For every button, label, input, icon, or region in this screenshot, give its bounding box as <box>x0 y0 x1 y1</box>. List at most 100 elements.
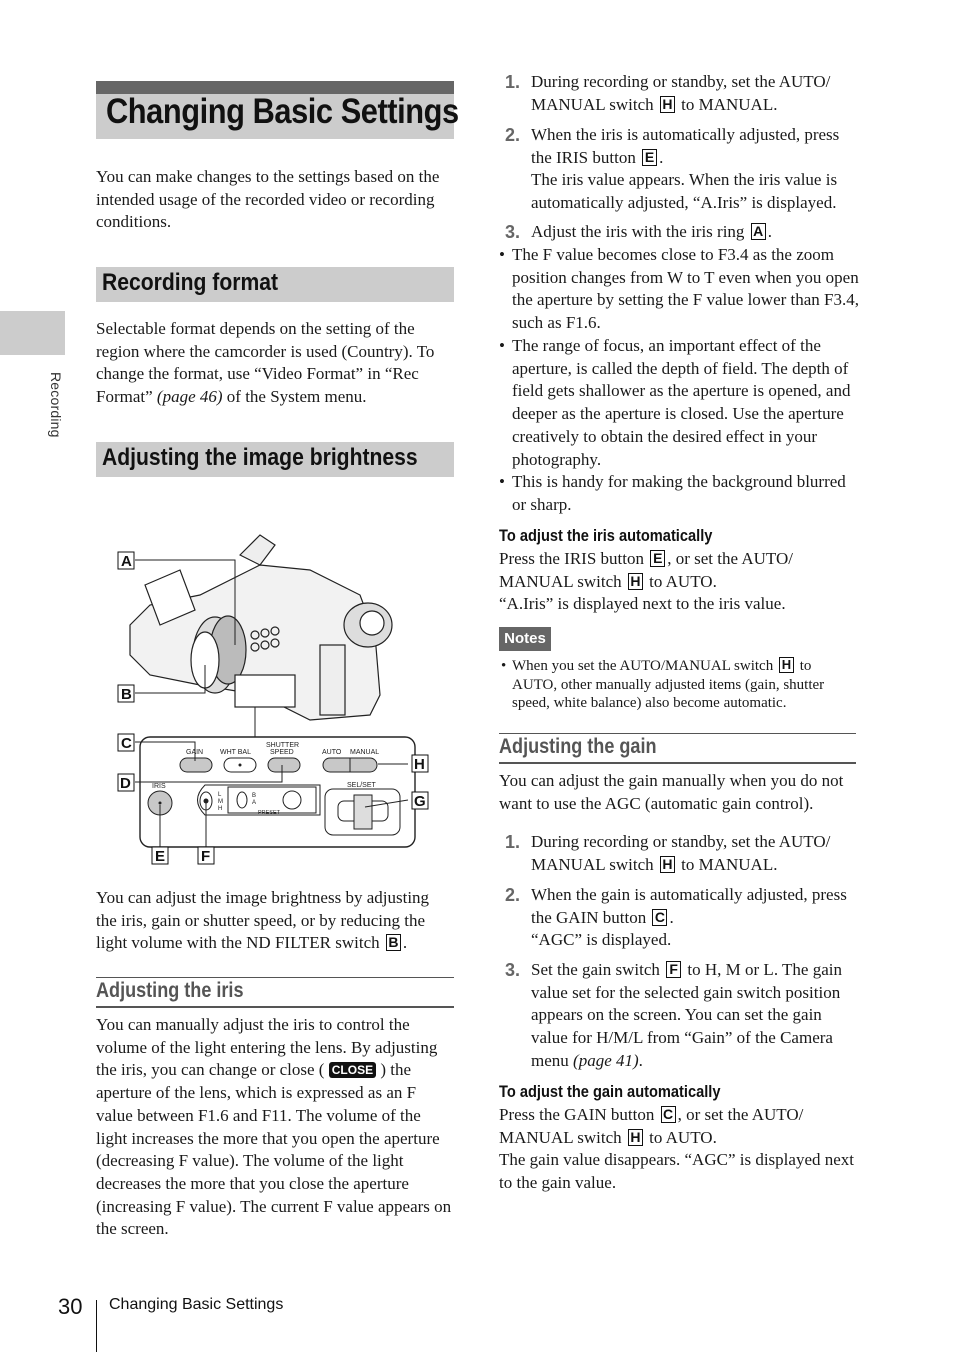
footer-divider <box>96 1300 97 1352</box>
key-label-e: E <box>642 148 658 166</box>
iris-bullet: • The range of focus, an important effect… <box>499 335 859 471</box>
text: When the gain is automatically adjusted,… <box>531 885 847 927</box>
close-indicator-icon: CLOSE <box>328 1062 377 1079</box>
subheading-rule-top <box>96 977 454 978</box>
camcorder-body-illustration <box>129 534 393 721</box>
text: Adjust the iris with the iris ring <box>531 222 749 241</box>
text: . <box>767 222 772 241</box>
section-heading-recording-format: Recording format <box>102 269 279 296</box>
intro-paragraph: You can make changes to the settings bas… <box>96 167 440 232</box>
key-label-c: C <box>660 1106 676 1123</box>
text: to MANUAL. <box>676 94 778 114</box>
text: to MANUAL. <box>676 854 778 874</box>
panel-label-h: H <box>218 806 222 812</box>
callout-c: C <box>121 735 132 752</box>
key-label-f: F <box>666 961 682 978</box>
text: You can adjust the image brightness by a… <box>96 888 430 953</box>
step-number: 3. <box>505 960 521 980</box>
side-tab-marker <box>0 311 65 355</box>
key-label-h: H <box>778 657 794 673</box>
step-number: 2. <box>505 125 521 145</box>
text: ) the aperture of the lens, which is exp… <box>96 1060 452 1239</box>
panel-label-shutter: SHUTTER <box>266 742 299 749</box>
callout-g: G <box>414 793 426 810</box>
iris-bullet: • The F value becomes close to F3.4 as th… <box>499 244 859 335</box>
side-tab-label: Recording <box>48 372 64 438</box>
text: “AGC” is displayed. <box>531 930 672 950</box>
text: Set the gain switch <box>531 960 665 979</box>
section-heading-image-brightness: Adjusting the image brightness <box>102 444 418 471</box>
recording-format-paragraph: Selectable format depends on the setting… <box>96 318 454 409</box>
text: . <box>659 147 664 167</box>
panel-label-b: B <box>252 793 256 799</box>
brightness-paragraph: You can adjust the image brightness by a… <box>96 887 454 955</box>
text: The F value becomes close to F3.4 as the… <box>512 245 859 333</box>
key-label-h: H <box>659 95 675 113</box>
callout-a: A <box>121 553 132 570</box>
text: to AUTO. <box>644 1127 717 1147</box>
page-link[interactable]: (page 46) <box>157 387 223 406</box>
notes-badge: Notes <box>499 627 551 651</box>
step-number: 2. <box>505 885 521 905</box>
text: When you set the AUTO/MANUAL switch <box>512 658 777 674</box>
text: . <box>669 907 674 927</box>
iris-step-1: 1. During recording or standby, set the … <box>499 71 859 116</box>
iris-auto-heading: To adjust the iris automatically <box>499 526 713 545</box>
panel-label-auto: AUTO <box>322 749 342 756</box>
iris-auto-paragraph: Press the IRIS button E, or set the AUTO… <box>499 548 859 616</box>
key-label-c: C <box>652 908 668 926</box>
text: . <box>402 933 408 953</box>
key-label-b: B <box>385 934 401 952</box>
text: The range of focus, an important effect … <box>512 336 851 469</box>
gain-step-2: 2. When the gain is automatically adjust… <box>499 884 859 952</box>
subheading-rule-bottom <box>499 762 856 764</box>
iris-bullet: • This is handy for making the background… <box>499 471 859 516</box>
key-label-a: A <box>750 223 766 240</box>
panel-label-speed: SPEED <box>270 749 294 756</box>
panel-label-preset: PRESET <box>258 810 281 816</box>
iris-step-2: 2. When the iris is automatically adjust… <box>499 124 859 215</box>
callout-h: H <box>414 756 425 773</box>
key-label-h: H <box>627 1128 643 1146</box>
step-number: 1. <box>505 832 521 852</box>
page-number: 30 <box>58 1294 83 1319</box>
text: When the iris is automatically adjusted,… <box>531 125 840 167</box>
text: Press the IRIS button <box>499 549 649 568</box>
panel-label-manual: MANUAL <box>350 749 379 756</box>
page-title: Changing Basic Settings <box>106 92 459 131</box>
step-number: 1. <box>505 72 521 92</box>
subheading-adjusting-gain: Adjusting the gain <box>499 735 657 758</box>
iris-paragraph: You can manually adjust the iris to cont… <box>96 1014 456 1241</box>
text: of the System menu. <box>222 387 367 407</box>
gain-auto-heading: To adjust the gain automatically <box>499 1082 721 1101</box>
panel-label-a: A <box>252 800 256 806</box>
text: to AUTO. <box>644 571 717 591</box>
subheading-rule-bottom <box>96 1006 454 1008</box>
text: The gain value disappears. “AGC” is disp… <box>499 1150 855 1193</box>
key-label-e: E <box>650 550 666 567</box>
callout-d: D <box>120 775 131 792</box>
iris-step-3: 3. Adjust the iris with the iris ring A. <box>499 221 859 244</box>
callout-e: E <box>155 848 165 865</box>
text: Press the GAIN button <box>499 1105 659 1124</box>
subheading-rule-top <box>499 733 856 734</box>
text: . <box>638 1050 643 1070</box>
step-number: 3. <box>505 222 521 242</box>
note-item: • When you set the AUTO/MANUAL switch H t… <box>501 657 825 712</box>
panel-label-iris: IRIS <box>152 783 166 790</box>
subheading-adjusting-iris: Adjusting the iris <box>96 979 244 1002</box>
control-panel-illustration: GAIN WHT BAL SHUTTER SPEED AUTO MANUAL I… <box>139 736 416 848</box>
gain-step-1: 1. During recording or standby, set the … <box>499 831 859 876</box>
key-label-h: H <box>627 572 643 590</box>
text: This is handy for making the background … <box>512 472 846 514</box>
camcorder-diagram: GAIN WHT BAL SHUTTER SPEED AUTO MANUAL I… <box>117 534 429 865</box>
gain-intro: You can adjust the gain manually when yo… <box>499 771 844 813</box>
callout-b: B <box>121 686 132 703</box>
text: The iris value appears. When the iris va… <box>531 170 838 213</box>
gain-auto-paragraph: Press the GAIN button C, or set the AUTO… <box>499 1104 859 1195</box>
text: “A.Iris” is displayed next to the iris v… <box>499 594 786 614</box>
panel-label-m: M <box>218 799 223 805</box>
panel-label-sel-set: SEL/SET <box>347 782 377 789</box>
key-label-h: H <box>659 855 675 873</box>
page-link[interactable]: (page 41) <box>573 1051 639 1070</box>
